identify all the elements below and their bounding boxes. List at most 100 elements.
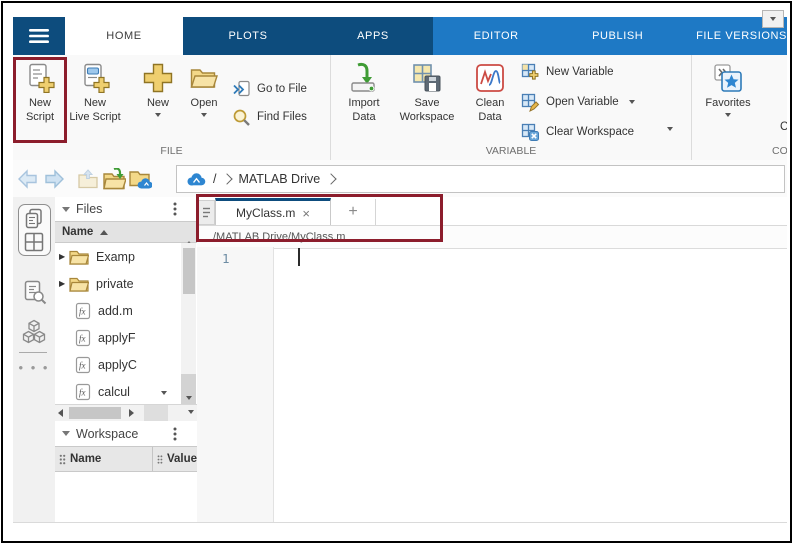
expand-arrow-icon[interactable]: ▶ (59, 279, 69, 288)
file-row-applyc[interactable]: fx applyC (55, 351, 197, 378)
editor-tab-bar: MyClass.m × + (197, 197, 787, 226)
new-plus-icon (143, 60, 173, 96)
path-root[interactable]: / (213, 172, 216, 186)
favorites-icon (713, 60, 743, 96)
new-variable-icon (521, 63, 540, 82)
chevron-right-icon[interactable] (325, 173, 337, 185)
new-button[interactable]: New (136, 55, 180, 117)
files-panel-title: Files (76, 202, 103, 216)
files-horizontal-scrollbar[interactable] (55, 404, 197, 421)
editor-pane-menu-button[interactable] (197, 200, 215, 225)
workspace-value-column[interactable]: Value (153, 447, 197, 471)
new-live-script-label: New (83, 97, 106, 109)
find-files-button[interactable]: Find Files (232, 103, 307, 131)
tab-apps[interactable]: APPS (313, 17, 433, 55)
cloud-folder-button[interactable] (127, 166, 153, 192)
path-field[interactable]: / MATLAB Drive (176, 165, 785, 193)
expand-arrow-icon[interactable]: ▶ (59, 252, 69, 261)
new-variable-button[interactable]: New Variable (521, 57, 635, 87)
documents-icon (25, 208, 42, 229)
cubes-icon (22, 319, 46, 344)
save-workspace-button[interactable]: Save Workspace (391, 55, 463, 124)
open-folder-icon (189, 60, 219, 96)
tab-editor[interactable]: EDITOR (433, 17, 559, 55)
forward-button[interactable] (41, 166, 67, 192)
function-file-icon: fx (75, 302, 91, 320)
open-label: Open (190, 97, 218, 109)
go-to-file-button[interactable]: Go to File (232, 75, 307, 103)
open-variable-button[interactable]: Open Variable (521, 87, 635, 117)
workspace-panel-title: Workspace (76, 426, 139, 441)
files-name-column-header[interactable]: Name (55, 221, 197, 246)
clear-workspace-button[interactable]: Clear Workspace (521, 117, 635, 147)
kebab-menu-icon (173, 427, 177, 441)
open-variable-label: Open Variable (546, 96, 619, 108)
file-row-add-m[interactable]: fx add.m (55, 297, 197, 324)
favorites-button[interactable]: Favorites (700, 55, 756, 117)
code-editor-area[interactable]: 1 (197, 247, 787, 522)
function-file-icon: fx (75, 329, 91, 347)
sidebar-item-search-documents[interactable] (13, 279, 55, 306)
ribbon-collapse-button[interactable] (762, 10, 784, 28)
close-tab-icon[interactable]: × (302, 206, 310, 221)
clear-commands-label[interactable]: Clear Commands (780, 121, 787, 133)
clean-data-button[interactable]: Clean Data (463, 55, 517, 124)
folder-icon (69, 276, 89, 292)
function-file-icon: fx (75, 356, 91, 374)
new-tab-button[interactable]: + (331, 199, 376, 225)
left-sidebar: • • • (13, 197, 56, 522)
file-row-private[interactable]: ▶ private (55, 270, 197, 297)
files-menu-button[interactable] (173, 202, 177, 216)
toolstrip: New Script New Live Script New Open Go t… (13, 55, 787, 161)
file-row-calcul[interactable]: fx calcul (55, 378, 197, 404)
back-button[interactable] (15, 166, 41, 192)
scrollbar-thumb[interactable] (182, 248, 195, 294)
sidebar-item-packages[interactable] (13, 319, 55, 345)
import-data-icon (348, 60, 380, 96)
new-script-label: New (28, 97, 51, 109)
folder-up-icon (78, 168, 98, 188)
new-variable-label: New Variable (546, 66, 614, 78)
sidebar-more-button[interactable]: • • • (13, 360, 55, 375)
drive-cloud-icon (185, 170, 207, 188)
open-button[interactable]: Open (182, 55, 226, 117)
upload-folder-button[interactable] (101, 166, 127, 192)
editor-tab-myclass[interactable]: MyClass.m × (215, 198, 331, 225)
address-bar: / MATLAB Drive (13, 160, 787, 198)
new-live-script-button[interactable]: New Live Script (64, 55, 126, 124)
svg-text:fx: fx (79, 360, 86, 370)
file-row-examples[interactable]: ▶ Examp (55, 243, 197, 270)
scrollbar-corner (144, 405, 168, 421)
chevron-right-icon[interactable] (221, 173, 234, 185)
collapse-triangle-icon[interactable] (62, 206, 70, 212)
sidebar-item-files[interactable] (13, 207, 55, 231)
path-segment-matlab-drive[interactable]: MATLAB Drive (238, 172, 320, 186)
editor-breadcrumb[interactable]: /MATLAB Drive/MyClass.m (197, 226, 787, 249)
file-row-applyf[interactable]: fx applyF (55, 324, 197, 351)
tab-home[interactable]: HOME (65, 17, 183, 55)
scroll-down-icon[interactable] (188, 410, 194, 414)
new-script-button[interactable]: New Script (16, 55, 64, 124)
forward-arrow-icon (45, 168, 64, 189)
open-variable-icon (521, 93, 540, 112)
scroll-up-button[interactable] (185, 229, 193, 246)
import-data-button[interactable]: Import Data (337, 55, 391, 124)
scrollbar-thumb[interactable] (69, 406, 121, 419)
files-vertical-scrollbar[interactable] (181, 243, 196, 404)
workspace-name-column[interactable]: Name (55, 447, 153, 471)
sidebar-item-layout[interactable] (13, 231, 55, 253)
go-to-file-icon (232, 80, 251, 99)
tab-plots[interactable]: PLOTS (183, 17, 313, 55)
ribbon-tab-bar: HOME PLOTS APPS EDITOR PUBLISH FILE VERS… (13, 17, 787, 55)
scroll-down-button[interactable] (181, 374, 196, 404)
tab-publish[interactable]: PUBLISH (559, 17, 676, 55)
scroll-left-icon[interactable] (58, 409, 63, 417)
chevron-down-icon (725, 113, 731, 117)
ribbon-menu-button[interactable] (13, 17, 65, 55)
collapse-triangle-icon[interactable] (62, 431, 70, 436)
scroll-right-icon[interactable] (129, 409, 134, 417)
clear-workspace-dropdown-arrow[interactable] (667, 127, 673, 131)
new-script-icon (25, 60, 55, 96)
up-folder-button[interactable] (75, 166, 101, 192)
workspace-menu-button[interactable] (173, 427, 177, 441)
